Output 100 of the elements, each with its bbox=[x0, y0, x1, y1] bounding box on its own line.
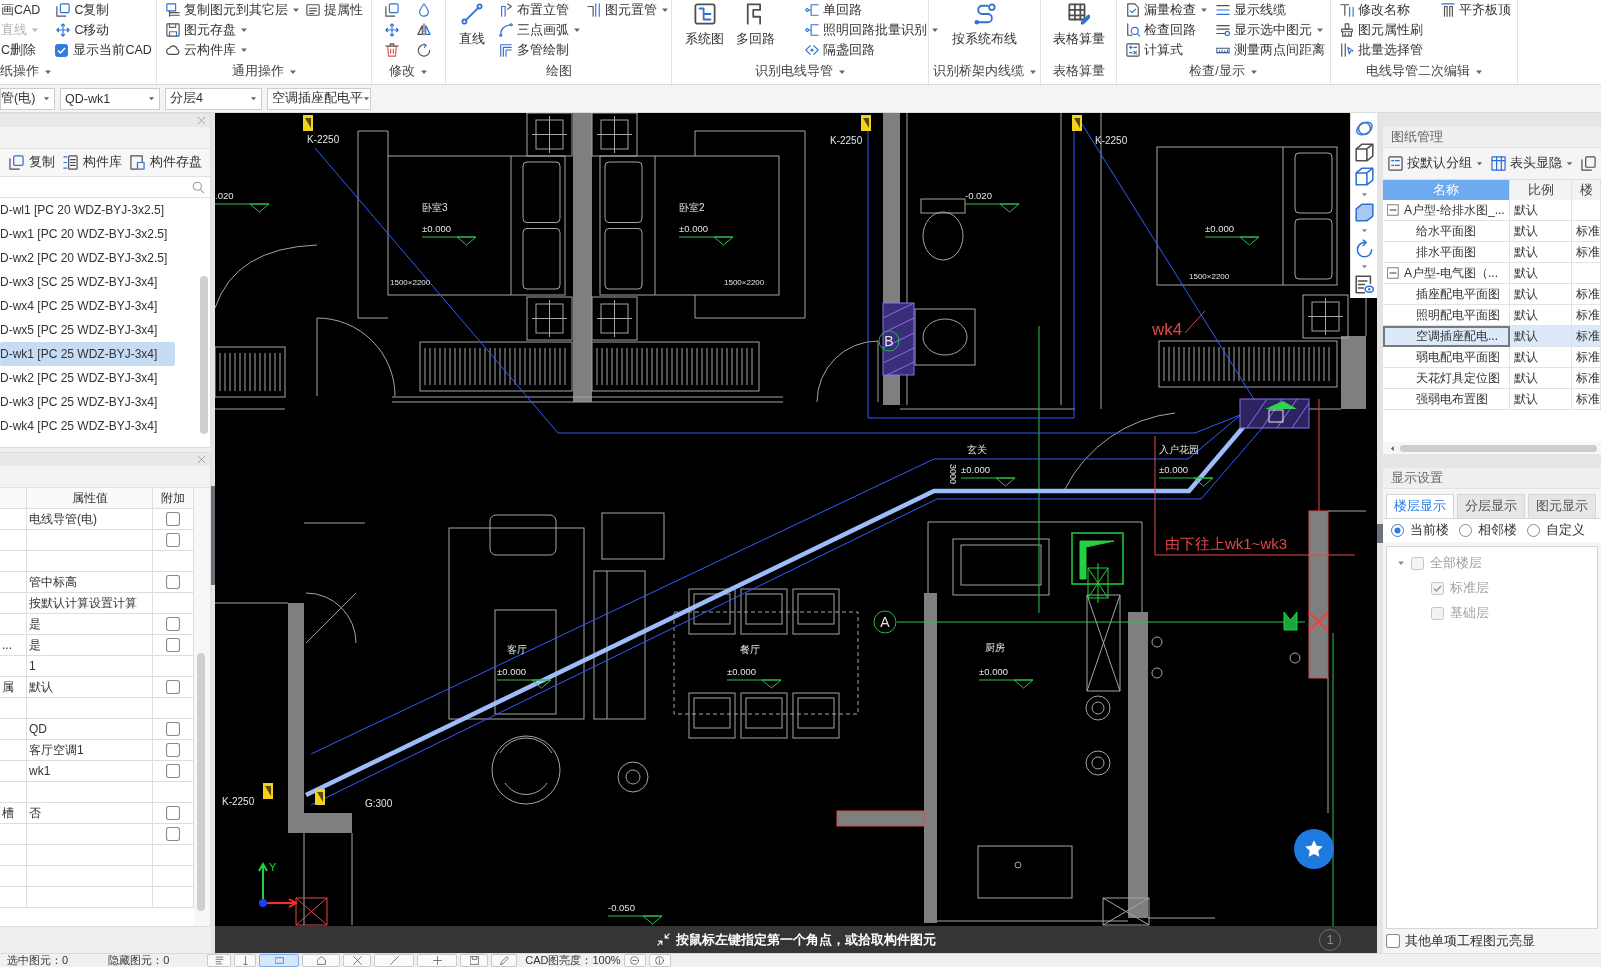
caret-icon[interactable] bbox=[363, 95, 370, 102]
ribbon-button[interactable]: 计算式 bbox=[1125, 41, 1209, 59]
ribbon-button[interactable]: 显示线缆 bbox=[1215, 1, 1326, 19]
ribbon-button[interactable]: 直线 bbox=[458, 1, 486, 48]
list-item[interactable]: D-wk3 [PC 25 WDZ-BYJ-3x4] bbox=[0, 390, 175, 414]
ribbon-button[interactable]: 多管绘制 bbox=[498, 41, 582, 59]
ribbon-button[interactable]: 画CAD bbox=[0, 1, 42, 19]
scrollbar-track[interactable] bbox=[1383, 442, 1601, 454]
caret-icon[interactable] bbox=[1360, 227, 1368, 234]
caret-icon[interactable] bbox=[573, 26, 581, 34]
collapse-icon[interactable] bbox=[1387, 267, 1399, 279]
list-item[interactable]: D-wx2 [PC 20 WDZ-BYJ-3x2.5] bbox=[0, 246, 175, 270]
ribbon-button[interactable]: 三点画弧 bbox=[498, 21, 582, 39]
checkbox[interactable] bbox=[166, 533, 180, 547]
checkbox[interactable] bbox=[166, 680, 180, 694]
list-item[interactable]: D-wx5 [PC 25 WDZ-BYJ-3x4] bbox=[0, 318, 175, 342]
toolbar-button[interactable]: 复制 bbox=[9, 153, 55, 171]
tree-row[interactable]: 排水平面图 默认 标准 bbox=[1383, 242, 1601, 263]
tree-row[interactable]: A户型-电气图（... 默认 bbox=[1383, 263, 1601, 284]
view-mode-button[interactable] bbox=[302, 954, 341, 967]
radio-button[interactable] bbox=[1459, 524, 1472, 537]
scrollbar-thumb[interactable] bbox=[1400, 444, 1597, 452]
tool-button[interactable] bbox=[383, 21, 401, 39]
toolbar-button[interactable]: 构件存盘 bbox=[130, 153, 202, 171]
tool-button[interactable] bbox=[415, 21, 433, 39]
ribbon-button[interactable]: 照明回路批量识别 bbox=[804, 21, 940, 39]
ribbon-button[interactable]: 平齐板顶 bbox=[1440, 1, 1512, 19]
splitter-handle[interactable] bbox=[211, 486, 215, 585]
caret-icon[interactable] bbox=[43, 95, 50, 102]
list-eye-icon[interactable] bbox=[1354, 275, 1374, 294]
ribbon-button[interactable]: 图元存盘 bbox=[165, 21, 301, 39]
close-icon[interactable] bbox=[197, 116, 206, 125]
caret-icon[interactable] bbox=[1360, 191, 1368, 198]
checkbox-option[interactable]: 显示当前CAD bbox=[55, 41, 152, 59]
list-item[interactable]: D-wk1 [PC 25 WDZ-BYJ-3x4] bbox=[0, 342, 175, 366]
radio-button[interactable] bbox=[1527, 524, 1540, 537]
ribbon-button[interactable]: 按系统布线 bbox=[951, 1, 1018, 48]
scroll-left-icon[interactable] bbox=[1389, 444, 1396, 452]
radio-option[interactable]: 相邻楼 bbox=[1459, 522, 1517, 539]
tree-row[interactable]: 照明配电平面图 默认 标准 bbox=[1383, 305, 1601, 326]
checkbox[interactable] bbox=[55, 43, 69, 57]
tree-row[interactable]: A户型-给排水图_... 默认 bbox=[1383, 200, 1601, 221]
cube-icon[interactable] bbox=[1354, 143, 1374, 162]
caret-icon[interactable] bbox=[250, 95, 257, 102]
info-button[interactable] bbox=[648, 954, 671, 967]
caret-icon[interactable] bbox=[661, 6, 669, 14]
caret-icon[interactable] bbox=[1360, 263, 1368, 270]
checkbox-option[interactable]: 其他单项工程图元亮显 bbox=[1383, 929, 1601, 953]
caret-icon[interactable] bbox=[1200, 6, 1208, 14]
caret-icon[interactable] bbox=[292, 6, 300, 14]
toolbar-button[interactable] bbox=[1581, 155, 1596, 171]
checkbox[interactable] bbox=[1386, 934, 1400, 948]
tree-row[interactable]: 空调插座配电... 默认 标准 bbox=[1383, 326, 1601, 347]
list-item[interactable]: D-wl1 [PC 20 WDZ-BYJ-3x2.5] bbox=[0, 198, 175, 222]
view-mode-button[interactable] bbox=[491, 954, 518, 967]
checkbox[interactable] bbox=[166, 617, 180, 631]
caret-icon[interactable] bbox=[1566, 159, 1573, 167]
ribbon-button[interactable]: 多回路 bbox=[735, 1, 776, 48]
ribbon-button[interactable]: 漏量检查 bbox=[1125, 1, 1209, 19]
dropdown[interactable]: 分层4 bbox=[165, 87, 262, 110]
ribbon-button[interactable]: 云构件库 bbox=[165, 41, 301, 59]
checkbox[interactable] bbox=[166, 743, 180, 757]
splitter-handle[interactable] bbox=[1377, 524, 1383, 543]
scrollbar-thumb[interactable] bbox=[199, 276, 208, 434]
ribbon-button[interactable]: C删除 bbox=[0, 41, 42, 59]
caret-icon[interactable] bbox=[1316, 26, 1324, 34]
tool-button[interactable] bbox=[415, 41, 433, 59]
ribbon-button[interactable]: 修改名称 bbox=[1339, 1, 1424, 19]
ribbon-button[interactable]: 隔盏回路 bbox=[804, 41, 940, 59]
tree-row[interactable]: 弱电配电平面图 默认 标准 bbox=[1383, 347, 1601, 368]
zoom-button[interactable] bbox=[623, 954, 646, 967]
scrollbar-thumb[interactable] bbox=[196, 653, 205, 911]
list-item[interactable]: D-wx3 [SC 25 WDZ-BYJ-3x4] bbox=[0, 270, 175, 294]
radio-option[interactable]: 自定义 bbox=[1527, 522, 1585, 539]
checkbox[interactable] bbox=[166, 806, 180, 820]
ribbon-button[interactable]: C移动 bbox=[55, 21, 152, 39]
search-field[interactable] bbox=[0, 176, 210, 198]
close-icon[interactable] bbox=[197, 455, 206, 464]
checkbox[interactable] bbox=[166, 722, 180, 736]
tree-row[interactable]: 强弱电布置图 默认 标准 bbox=[1383, 389, 1601, 410]
ribbon-button[interactable]: 图元置管 bbox=[586, 1, 670, 19]
tree-row[interactable]: 插座配电平面图 默认 标准 bbox=[1383, 284, 1601, 305]
cube-icon[interactable] bbox=[1354, 167, 1374, 186]
view-mode-button[interactable] bbox=[417, 954, 458, 967]
list-item[interactable]: D-wk4 [PC 25 WDZ-BYJ-3x4] bbox=[0, 414, 175, 438]
checkbox[interactable] bbox=[166, 512, 180, 526]
ribbon-button[interactable]: 显示选中图元 bbox=[1215, 21, 1326, 39]
ribbon-button[interactable]: 复制图元到其它层 bbox=[165, 1, 301, 19]
dropdown[interactable]: 管(电) bbox=[0, 87, 55, 110]
caret-icon[interactable] bbox=[148, 95, 155, 102]
caret-icon[interactable] bbox=[1476, 159, 1483, 167]
tab[interactable]: 楼层显示 bbox=[1386, 494, 1454, 518]
ribbon-button[interactable]: 系统图 bbox=[684, 1, 725, 48]
dropdown[interactable]: 空调插座配电平 bbox=[267, 87, 371, 110]
ribbon-button[interactable]: 表格算量 bbox=[1051, 1, 1106, 48]
view-mode-button[interactable] bbox=[460, 954, 489, 967]
tree-row[interactable]: 给水平面图 默认 标准 bbox=[1383, 221, 1601, 242]
toolbar-button[interactable]: 表头显隐 bbox=[1491, 154, 1573, 172]
ribbon-button[interactable]: 图元属性刷 bbox=[1339, 21, 1424, 39]
tab[interactable]: 分层显示 bbox=[1457, 494, 1525, 518]
